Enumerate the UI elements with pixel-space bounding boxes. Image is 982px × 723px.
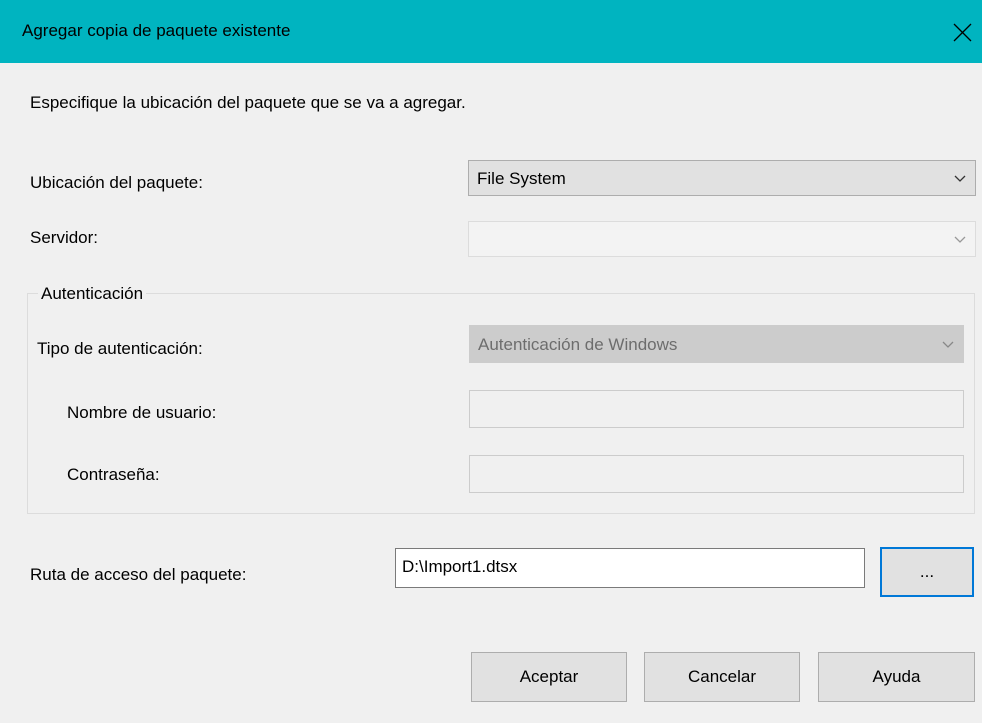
package-location-select[interactable]: File System	[468, 160, 976, 196]
cancel-button-label: Cancelar	[687, 667, 757, 686]
window-title: Agregar copia de paquete existente	[22, 21, 291, 40]
username-label: Nombre de usuario:	[67, 403, 217, 422]
package-location-value: File System	[477, 169, 566, 188]
username-field[interactable]	[469, 390, 964, 428]
chevron-down-icon	[954, 236, 966, 243]
title-bar: Agregar copia de paquete existente	[0, 0, 982, 63]
intro-text: Especifique la ubicación del paquete que…	[30, 93, 466, 112]
package-path-label: Ruta de acceso del paquete:	[30, 565, 247, 584]
package-location-label: Ubicación del paquete:	[30, 173, 203, 192]
server-label: Servidor:	[30, 228, 99, 247]
chevron-down-icon	[954, 175, 966, 182]
ok-button-label: Aceptar	[519, 667, 579, 686]
auth-type-value: Autenticación de Windows	[478, 335, 678, 354]
help-button[interactable]: Ayuda	[818, 652, 975, 702]
authentication-group-label: Autenticación	[38, 284, 147, 304]
close-icon[interactable]	[942, 10, 982, 54]
server-select[interactable]	[468, 221, 976, 257]
package-path-input[interactable]: D:\Import1.dtsx	[395, 548, 865, 588]
chevron-down-icon	[942, 341, 954, 348]
auth-type-select[interactable]: Autenticación de Windows	[469, 325, 964, 363]
package-path-value: D:\Import1.dtsx	[402, 557, 518, 576]
help-button-label: Ayuda	[872, 667, 921, 686]
password-field[interactable]	[469, 455, 964, 493]
cancel-button[interactable]: Cancelar	[644, 652, 800, 702]
browse-button-label: ...	[919, 562, 935, 581]
password-label: Contraseña:	[67, 465, 160, 484]
browse-button[interactable]: ...	[880, 547, 974, 597]
auth-type-label: Tipo de autenticación:	[37, 339, 203, 358]
ok-button[interactable]: Aceptar	[471, 652, 627, 702]
